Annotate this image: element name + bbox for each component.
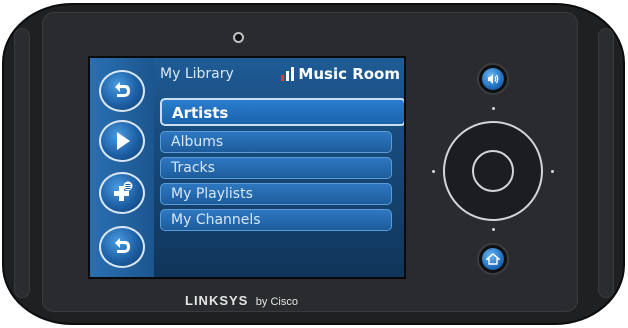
camera-icon <box>233 32 244 43</box>
dpad-left-indicator <box>432 170 435 173</box>
back-icon <box>115 238 130 253</box>
dpad-down-indicator <box>492 228 495 231</box>
back-button-bottom[interactable] <box>99 226 145 268</box>
library-title[interactable]: My Library <box>160 66 234 82</box>
home-button[interactable] <box>477 243 509 275</box>
add-to-queue-icon <box>114 181 133 201</box>
speaker-icon <box>488 74 499 84</box>
device-right-edge <box>598 28 614 298</box>
select-button[interactable] <box>472 150 514 192</box>
room-name: Music Room <box>298 65 400 83</box>
screen: My Library Music Room Artists Albums Tra… <box>88 56 406 279</box>
dpad-up-indicator <box>492 107 495 110</box>
menu-item-albums[interactable]: Albums <box>160 131 392 153</box>
menu-item-artists[interactable]: Artists <box>160 98 404 126</box>
menu-item-my-playlists[interactable]: My Playlists <box>160 183 392 205</box>
device-left-edge <box>14 28 30 298</box>
menu-item-my-channels[interactable]: My Channels <box>160 209 392 231</box>
room-indicator[interactable]: Music Room <box>281 65 400 83</box>
brand-name: LINKSYS <box>185 293 249 308</box>
library-menu: Artists Albums Tracks My Playlists My Ch… <box>160 98 404 235</box>
back-button[interactable] <box>99 70 145 112</box>
dpad-right-indicator <box>551 170 554 173</box>
screen-header: My Library Music Room <box>160 64 404 86</box>
play-icon <box>117 132 130 150</box>
volume-button[interactable] <box>477 63 509 95</box>
signal-strength-icon <box>281 67 295 81</box>
home-icon <box>486 253 500 265</box>
brand-logo: LINKSYS by Cisco <box>185 292 298 310</box>
menu-item-tracks[interactable]: Tracks <box>160 157 392 179</box>
play-button[interactable] <box>99 120 145 162</box>
add-to-queue-button[interactable] <box>99 172 145 214</box>
brand-subtitle: by Cisco <box>255 296 298 308</box>
back-icon <box>115 82 130 97</box>
